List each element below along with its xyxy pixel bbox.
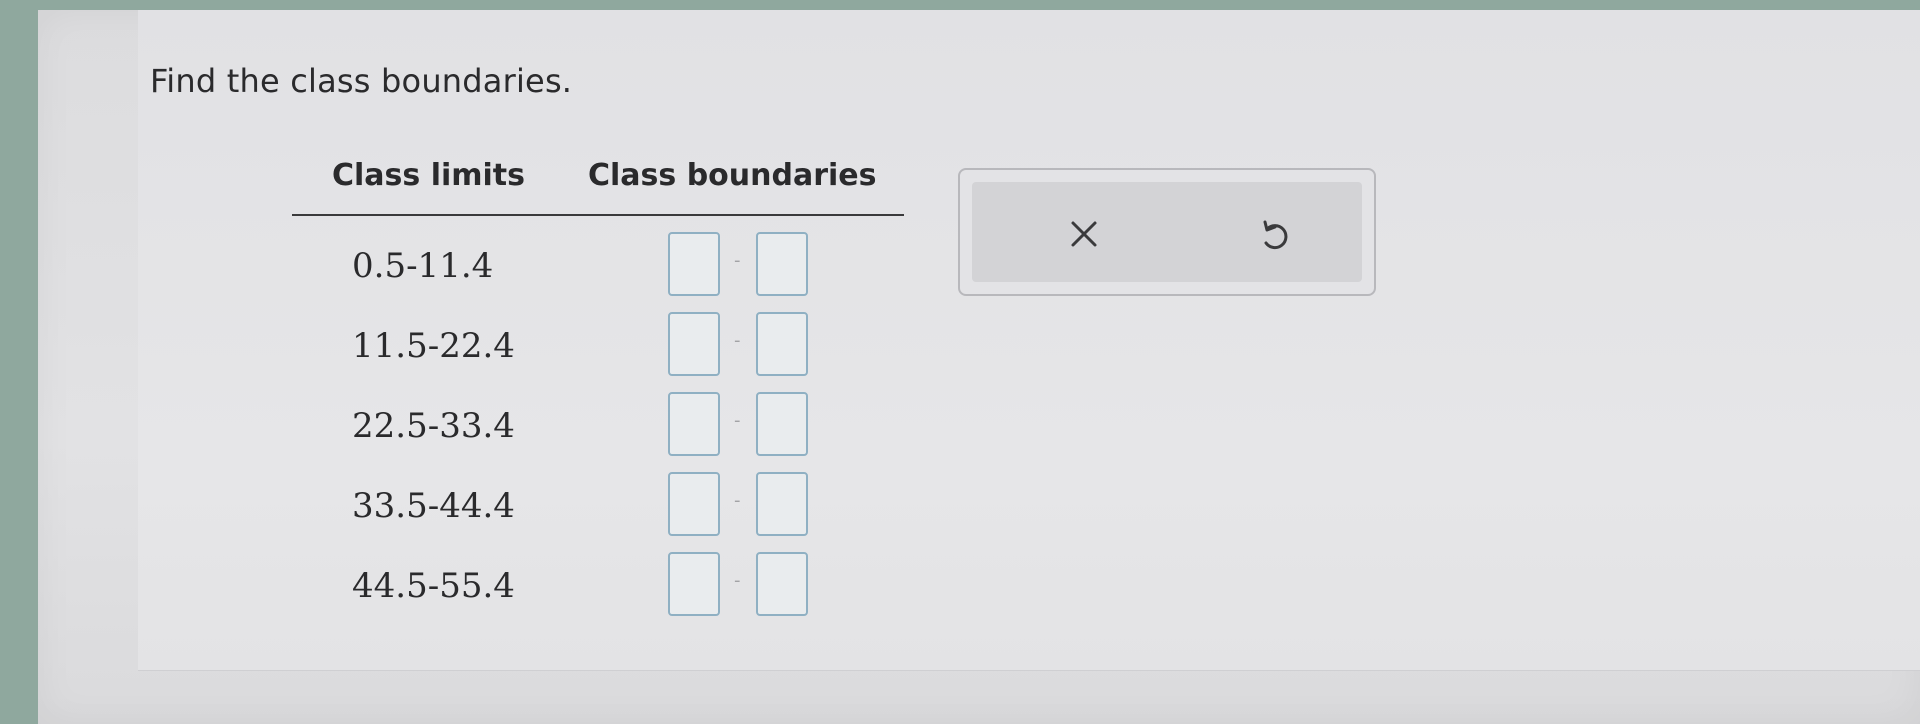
header-divider	[292, 214, 904, 216]
range-separator: -	[734, 250, 741, 271]
table-row: 0.5-11.4 -	[292, 232, 904, 312]
upper-boundary-input[interactable]	[756, 392, 808, 456]
table-row: 44.5-55.4 -	[292, 552, 904, 632]
class-limit-cell: 11.5-22.4	[352, 326, 515, 366]
class-limit-cell: 0.5-11.4	[352, 246, 494, 286]
lower-boundary-input[interactable]	[668, 392, 720, 456]
answer-actions-panel	[958, 168, 1376, 296]
lower-boundary-input[interactable]	[668, 552, 720, 616]
undo-icon	[1263, 220, 1288, 250]
header-class-limits: Class limits	[332, 158, 526, 193]
lower-boundary-input[interactable]	[668, 312, 720, 376]
range-separator: -	[734, 410, 741, 431]
class-limit-cell: 22.5-33.4	[352, 406, 515, 446]
x-icon	[1071, 221, 1097, 247]
range-separator: -	[734, 570, 741, 591]
range-separator: -	[734, 490, 741, 511]
clear-button[interactable]	[1044, 196, 1124, 272]
upper-boundary-input[interactable]	[756, 552, 808, 616]
answer-actions-bar	[972, 182, 1362, 282]
upper-boundary-input[interactable]	[756, 312, 808, 376]
lower-boundary-input[interactable]	[668, 472, 720, 536]
range-separator: -	[734, 330, 741, 351]
upper-boundary-input[interactable]	[756, 232, 808, 296]
undo-button[interactable]	[1234, 196, 1314, 272]
lower-boundary-input[interactable]	[668, 232, 720, 296]
table-row: 22.5-33.4 -	[292, 392, 904, 472]
class-limit-cell: 33.5-44.4	[352, 486, 515, 526]
upper-boundary-input[interactable]	[756, 472, 808, 536]
boundaries-table: Class limits Class boundaries 0.5-11.4 -…	[292, 150, 904, 616]
table-body: 0.5-11.4 - 11.5-22.4 - 22.5-33.4 - 33.5-…	[292, 232, 904, 632]
table-row: 33.5-44.4 -	[292, 472, 904, 552]
question-prompt: Find the class boundaries.	[150, 62, 573, 100]
table-header: Class limits Class boundaries	[292, 150, 904, 216]
header-class-boundaries: Class boundaries	[588, 158, 877, 193]
table-row: 11.5-22.4 -	[292, 312, 904, 392]
class-limit-cell: 44.5-55.4	[352, 566, 515, 606]
